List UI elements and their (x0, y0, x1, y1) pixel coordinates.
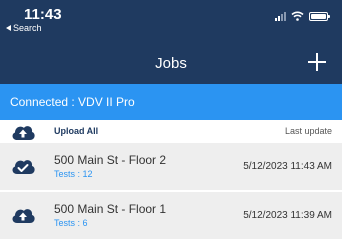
wifi-icon (291, 11, 304, 21)
job-test-count: Tests : 12 (54, 169, 93, 179)
battery-icon (309, 11, 330, 21)
job-row[interactable]: 500 Main St - Floor 1 Tests : 6 5/12/202… (0, 192, 342, 239)
job-row[interactable]: 500 Main St - Floor 2 Tests : 12 5/12/20… (0, 143, 342, 190)
job-test-count: Tests : 6 (54, 218, 88, 228)
connection-status-banner: Connected : VDV II Pro (0, 84, 342, 120)
status-time: 11:43 (24, 6, 62, 23)
add-job-button[interactable] (306, 51, 328, 73)
cloud-check-icon (12, 160, 35, 174)
job-date: 5/12/2023 11:39 AM (243, 210, 332, 221)
cloud-upload-icon[interactable] (10, 206, 36, 224)
last-update-header: Last update (284, 126, 332, 136)
upload-all-row: Upload All Last update (0, 120, 342, 143)
back-arrow-icon (6, 25, 11, 31)
job-title: 500 Main St - Floor 1 (54, 202, 167, 216)
job-title: 500 Main St - Floor 2 (54, 153, 167, 167)
navigation-bar: 11:43 Search Jobs (0, 0, 342, 84)
cellular-signal-icon (275, 11, 286, 21)
job-date: 5/12/2023 11:43 AM (243, 161, 332, 172)
back-to-search-link[interactable]: Search (6, 23, 42, 33)
back-link-label: Search (13, 23, 42, 33)
page-title: Jobs (155, 55, 187, 72)
status-icons (275, 11, 330, 21)
upload-all-button[interactable]: Upload All (54, 126, 98, 136)
cloud-upload-icon[interactable] (10, 123, 36, 141)
